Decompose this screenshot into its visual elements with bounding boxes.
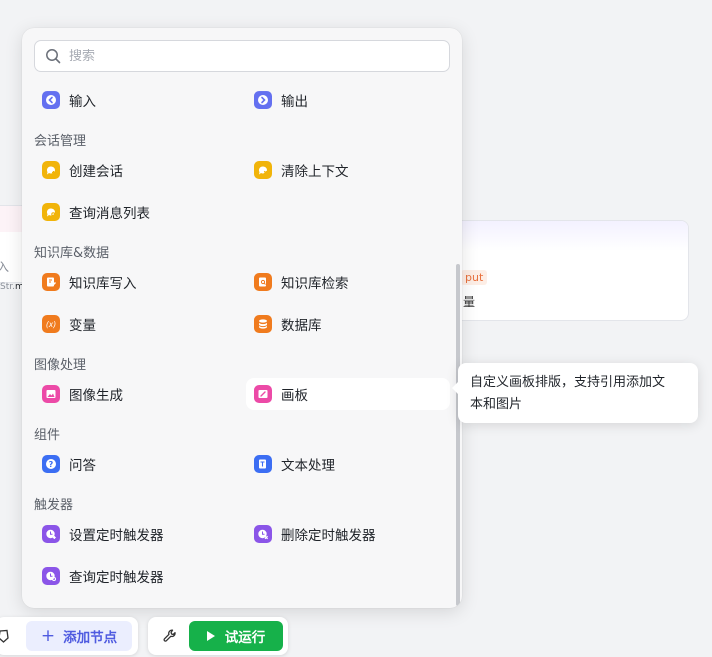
- search-input[interactable]: [69, 48, 449, 64]
- node-item-label: 变量: [69, 318, 96, 334]
- canvas-node-right-text: 量: [463, 295, 476, 309]
- node-list[interactable]: 输入 输出 会话管理 创建会话 清除上下文 查询消息列表 知识库&数据 知识库写…: [22, 84, 452, 608]
- node-item-label: 画板: [281, 388, 308, 404]
- database-icon: [254, 315, 272, 333]
- node-item-label: 输入: [69, 94, 96, 110]
- node-item-label: 删除定时触发器: [281, 528, 376, 544]
- test-run-button[interactable]: 试运行: [189, 621, 283, 651]
- section-title-image: 图像处理: [34, 358, 87, 373]
- add-node-button[interactable]: + 添加节点: [26, 621, 132, 651]
- query-trigger-icon: [42, 567, 60, 585]
- node-item-label: 知识库检索: [281, 276, 349, 292]
- node-item-kb-write[interactable]: 知识库写入: [34, 266, 238, 298]
- node-item-query-trigger[interactable]: 查询定时触发器: [34, 560, 238, 592]
- clear-context-icon: [254, 161, 272, 179]
- image-gen-icon: [42, 385, 60, 403]
- node-item-label: 清除上下文: [281, 164, 349, 180]
- text-process-icon: [254, 455, 272, 473]
- kb-write-icon: [42, 273, 60, 291]
- section-title-component: 组件: [34, 428, 61, 443]
- create-conversation-icon: [42, 161, 60, 179]
- tooltip-line-2: 本和图片: [470, 397, 523, 412]
- node-item-clear-context[interactable]: 清除上下文: [246, 154, 450, 186]
- canvas-node-right[interactable]: put 量: [450, 220, 689, 321]
- node-item-label: 查询定时触发器: [69, 570, 164, 586]
- canvas-node-right-header: [451, 221, 688, 251]
- canvas-node-right-badge: put: [461, 270, 488, 285]
- node-item-label: 数据库: [281, 318, 322, 334]
- node-item-query-messages[interactable]: 查询消息列表: [34, 196, 238, 228]
- search-divider-shadow: [22, 82, 462, 92]
- search-box[interactable]: [34, 40, 450, 72]
- node-picker-panel: 输入 输出 会话管理 创建会话 清除上下文 查询消息列表: [22, 28, 462, 608]
- node-item-label: 知识库写入: [69, 276, 137, 292]
- node-item-delete-trigger[interactable]: 删除定时触发器: [246, 518, 450, 550]
- qa-icon: ?: [42, 455, 60, 473]
- wrench-icon[interactable]: [162, 628, 178, 644]
- section-title-knowledge: 知识库&数据: [34, 246, 110, 261]
- section-title-trigger: 触发器: [34, 498, 74, 513]
- add-node-label: 添加节点: [63, 630, 118, 646]
- bottom-toolbar-left: + 添加节点: [0, 617, 138, 655]
- node-item-text-process[interactable]: 文本处理: [246, 448, 450, 480]
- node-item-create-conversation[interactable]: 创建会话: [34, 154, 238, 186]
- svg-text:(x): (x): [46, 320, 56, 329]
- node-item-label: 创建会话: [69, 164, 123, 180]
- svg-text:?: ?: [49, 460, 54, 469]
- test-run-label: 试运行: [224, 630, 266, 646]
- canvas-node-left-text: 入: [0, 258, 9, 275]
- node-item-kb-search[interactable]: 知识库检索: [246, 266, 450, 298]
- node-item-database[interactable]: 数据库: [246, 308, 450, 340]
- node-item-variable[interactable]: (x) 变量: [34, 308, 238, 340]
- input-icon: [42, 91, 60, 109]
- node-item-label: 问答: [69, 458, 96, 474]
- node-item-label: 图像生成: [69, 388, 123, 404]
- node-item-label: 查询消息列表: [69, 206, 150, 222]
- shield-icon[interactable]: [0, 629, 10, 643]
- bottom-toolbar-right: 试运行: [148, 617, 288, 655]
- canvas-tooltip: 自定义画板排版，支持引用添加文 本和图片: [452, 363, 698, 423]
- node-item-label: 输出: [281, 94, 308, 110]
- set-trigger-icon: [42, 525, 60, 543]
- query-messages-icon: [42, 203, 60, 221]
- section-title-conversation: 会话管理: [34, 134, 87, 149]
- node-item-label: 文本处理: [281, 458, 335, 474]
- variable-icon: (x): [42, 315, 60, 333]
- output-icon: [254, 91, 272, 109]
- tooltip-line-1: 自定义画板排版，支持引用添加文: [470, 375, 666, 390]
- kb-search-icon: [254, 273, 272, 291]
- plus-icon: +: [40, 625, 56, 646]
- node-item-image-gen[interactable]: 图像生成: [34, 378, 238, 410]
- node-item-set-trigger[interactable]: 设置定时触发器: [34, 518, 238, 550]
- canvas-node-left-type: Str.m: [0, 282, 24, 292]
- delete-trigger-icon: [254, 525, 272, 543]
- canvas-icon: [254, 385, 272, 403]
- node-item-qa[interactable]: ? 问答: [34, 448, 238, 480]
- search-icon: [46, 49, 61, 64]
- node-list-scrollbar[interactable]: [456, 264, 460, 606]
- node-item-label: 设置定时触发器: [69, 528, 164, 544]
- play-icon: [206, 631, 215, 641]
- node-item-canvas[interactable]: 画板: [246, 378, 450, 410]
